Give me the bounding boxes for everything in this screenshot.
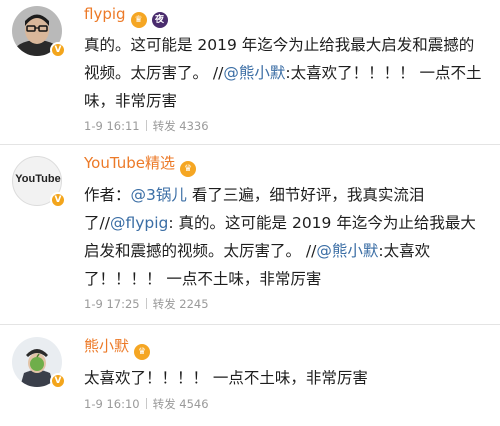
post-meta: 1-9 16:10 转发 4546 <box>84 396 209 412</box>
post-text: 真的。这可能是 2019 年迄今为止给我最大启发和震撼的视频。太厉害了。 //@… <box>84 31 484 115</box>
repost-item: V flypig ♛ 夜 真的。这可能是 2019 年迄今为止给我最大启发和震撼的视… <box>0 0 500 140</box>
verified-icon: V <box>50 42 66 58</box>
verified-icon: V <box>50 192 66 208</box>
crown-badge-icon: ♛ <box>180 161 196 177</box>
repost-count: 4336 <box>179 119 209 133</box>
repost-item: YouTube V YouTube精选 ♛ 作者：@3锅儿 看了三遍，细节好评，我… <box>0 145 500 325</box>
weibo-repost-feed: V flypig ♛ 夜 真的。这可能是 2019 年迄今为止给我最大启发和震撼的视… <box>0 0 500 426</box>
repost-label[interactable]: 转发 <box>153 297 176 311</box>
post-meta: 1-9 16:11 转发 4336 <box>84 118 209 134</box>
mention-link[interactable]: @熊小默 <box>316 242 378 260</box>
timestamp: 1-9 16:10 <box>84 397 140 411</box>
repost-count: 4546 <box>179 397 209 411</box>
crown-badge-icon: ♛ <box>130 12 147 28</box>
divider <box>145 298 147 309</box>
username[interactable]: 熊小默 ♛ <box>84 337 151 360</box>
divider <box>145 120 147 131</box>
timestamp: 1-9 17:25 <box>84 297 140 311</box>
repost-label[interactable]: 转发 <box>153 119 176 133</box>
timestamp: 1-9 16:11 <box>84 119 140 133</box>
mention-link[interactable]: @3锅儿 <box>131 186 187 204</box>
repost-item: V 熊小默 ♛ 太喜欢了！！！！ 一点不土味，非常厉害 1-9 16:10 转发 4… <box>0 325 500 426</box>
text-segment: 作者： <box>84 186 131 204</box>
username[interactable]: flypig ♛ 夜 <box>84 5 168 28</box>
crown-badge-icon: ♛ <box>134 344 151 360</box>
rank-badge-icon: 夜 <box>151 12 168 28</box>
verified-icon: V <box>50 373 66 389</box>
mention-link[interactable]: @flypig <box>110 214 168 232</box>
repost-label[interactable]: 转发 <box>153 397 176 411</box>
youtube-logo: YouTube <box>15 173 61 185</box>
mention-link[interactable]: @熊小默 <box>223 64 285 82</box>
post-meta: 1-9 17:25 转发 2245 <box>84 296 209 312</box>
repost-count: 2245 <box>179 297 209 311</box>
post-text: 作者：@3锅儿 看了三遍，细节好评，我真实流泪了//@flypig: 真的。这可… <box>84 181 484 293</box>
username[interactable]: YouTube精选 ♛ <box>84 154 196 177</box>
post-text: 太喜欢了！！！！ 一点不土味，非常厉害 <box>84 364 484 392</box>
text-segment: 太喜欢了！！！！ 一点不土味，非常厉害 <box>84 369 368 387</box>
divider <box>145 398 147 409</box>
